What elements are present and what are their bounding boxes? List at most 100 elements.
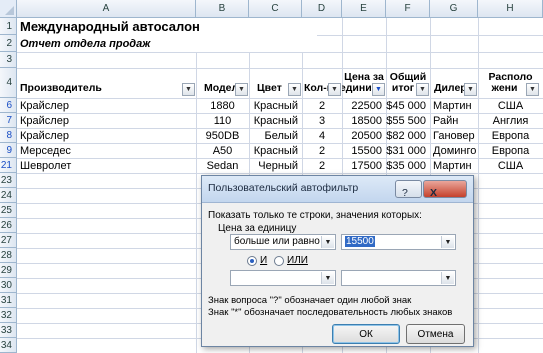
radio-or[interactable] <box>274 256 284 266</box>
table-cell[interactable]: Райн <box>430 113 478 128</box>
header-manufacturer-label: Производитель <box>20 82 102 94</box>
cancel-button[interactable]: Отмена <box>406 324 465 344</box>
sheet-subtitle[interactable]: Отчет отдела продаж <box>17 35 317 52</box>
row-header[interactable]: 7 <box>0 113 17 128</box>
table-cell[interactable]: Европа <box>478 128 543 143</box>
row-header[interactable]: 24 <box>0 188 17 203</box>
header-manufacturer[interactable]: Производитель <box>17 68 196 98</box>
value-input-2[interactable]: ▼ <box>341 270 456 286</box>
radio-and-label[interactable]: И <box>260 255 267 266</box>
column-header-g[interactable]: G <box>430 0 478 18</box>
filter-dropdown-total[interactable]: ▼ <box>416 83 429 96</box>
operator-select-2[interactable]: ▼ <box>230 270 336 286</box>
table-cell[interactable]: Красный <box>249 143 302 158</box>
filter-dropdown-unit-price[interactable]: ▼ <box>372 83 385 96</box>
table-cell[interactable]: $55 500 <box>386 113 430 128</box>
table-cell[interactable]: 17500 <box>342 158 386 173</box>
table-cell[interactable]: A50 <box>196 143 249 158</box>
row-header[interactable]: 33 <box>0 323 17 338</box>
table-cell[interactable]: 3 <box>302 113 342 128</box>
table-cell[interactable]: Доминго <box>430 143 478 158</box>
table-cell[interactable]: Европа <box>478 143 543 158</box>
table-cell[interactable]: Англия <box>478 113 543 128</box>
table-cell[interactable]: $31 000 <box>386 143 430 158</box>
row-header[interactable]: 1 <box>0 18 17 35</box>
row-header[interactable]: 3 <box>0 52 17 68</box>
table-cell[interactable]: 1880 <box>196 98 249 113</box>
table-cell[interactable]: $45 000 <box>386 98 430 113</box>
table-cell[interactable]: 110 <box>196 113 249 128</box>
column-header-a[interactable]: A <box>17 0 196 18</box>
table-cell[interactable]: 15500 <box>342 143 386 158</box>
row-header[interactable]: 4 <box>0 68 17 98</box>
table-cell[interactable]: $35 000 <box>386 158 430 173</box>
row-header[interactable]: 34 <box>0 338 17 353</box>
row-header[interactable]: 29 <box>0 263 17 278</box>
table-cell[interactable]: Крайслер <box>17 98 196 113</box>
filter-dropdown-color[interactable]: ▼ <box>288 83 301 96</box>
column-header-b[interactable]: B <box>196 0 249 18</box>
row-header[interactable]: 8 <box>0 128 17 143</box>
table-cell[interactable]: США <box>478 158 543 173</box>
help-button[interactable]: ? <box>395 180 422 199</box>
table-cell[interactable]: Шевролет <box>17 158 196 173</box>
chevron-down-icon: ▼ <box>331 86 338 93</box>
row-header[interactable]: 6 <box>0 98 17 113</box>
row-header[interactable]: 2 <box>0 35 17 52</box>
row-header[interactable]: 9 <box>0 143 17 158</box>
ok-button[interactable]: ОК <box>332 324 400 344</box>
table-cell[interactable]: 22500 <box>342 98 386 113</box>
table-cell[interactable]: 2 <box>302 158 342 173</box>
table-cell[interactable]: 4 <box>302 128 342 143</box>
row-header[interactable]: 27 <box>0 233 17 248</box>
column-header-f[interactable]: F <box>386 0 430 18</box>
table-cell[interactable]: 20500 <box>342 128 386 143</box>
table-cell[interactable]: 18500 <box>342 113 386 128</box>
select-all-corner[interactable] <box>0 0 17 18</box>
table-cell[interactable]: Мартин <box>430 98 478 113</box>
column-header-h[interactable]: H <box>478 0 543 18</box>
row-header[interactable]: 21 <box>0 158 17 173</box>
row-header[interactable]: 23 <box>0 173 17 188</box>
filter-dropdown-manufacturer[interactable]: ▼ <box>182 83 195 96</box>
header-location-label-line2: жени <box>491 82 518 94</box>
table-cell[interactable]: 2 <box>302 143 342 158</box>
row-header[interactable]: 25 <box>0 203 17 218</box>
table-cell[interactable]: 950DB <box>196 128 249 143</box>
row-header[interactable]: 28 <box>0 248 17 263</box>
row-header[interactable]: 31 <box>0 293 17 308</box>
sheet-title[interactable]: Международный автосалон <box>17 18 317 35</box>
table-cell[interactable]: 2 <box>302 98 342 113</box>
column-header-c[interactable]: C <box>249 0 302 18</box>
filter-dropdown-dealer[interactable]: ▼ <box>464 83 477 96</box>
row-header[interactable]: 32 <box>0 308 17 323</box>
table-cell[interactable]: Гановер <box>430 128 478 143</box>
radio-and[interactable] <box>247 256 257 266</box>
table-cell[interactable]: Мартин <box>430 158 478 173</box>
row-header[interactable]: 26 <box>0 218 17 233</box>
chevron-down-icon: ▼ <box>291 86 298 93</box>
value-input-1[interactable]: 15500 ▼ <box>341 234 456 250</box>
column-header-d[interactable]: D <box>302 0 342 18</box>
chevron-down-icon: ▼ <box>321 272 334 284</box>
radio-or-label[interactable]: ИЛИ <box>287 255 308 266</box>
table-cell[interactable]: Белый <box>249 128 302 143</box>
operator-select-1[interactable]: больше или равно ▼ <box>230 234 336 250</box>
column-header-e[interactable]: E <box>342 0 386 18</box>
dialog-title-bar[interactable]: Пользовательский автофильтр ? X <box>202 176 473 203</box>
table-cell[interactable]: США <box>478 98 543 113</box>
close-button[interactable]: X <box>423 180 467 199</box>
table-cell[interactable]: Красный <box>249 98 302 113</box>
table-cell[interactable]: Крайслер <box>17 113 196 128</box>
row-header[interactable]: 30 <box>0 278 17 293</box>
table-cell[interactable]: Мерседес <box>17 143 196 158</box>
filter-dropdown-quantity[interactable]: ▼ <box>328 83 341 96</box>
table-cell[interactable]: Крайслер <box>17 128 196 143</box>
filter-dropdown-model[interactable]: ▼ <box>235 83 248 96</box>
table-cell[interactable]: Sedan <box>196 158 249 173</box>
table-cell[interactable]: Красный <box>249 113 302 128</box>
table-cell[interactable]: Черный <box>249 158 302 173</box>
table-cell[interactable]: $82 000 <box>386 128 430 143</box>
chevron-down-icon: ▼ <box>467 86 474 93</box>
filter-dropdown-location[interactable]: ▼ <box>526 83 539 96</box>
